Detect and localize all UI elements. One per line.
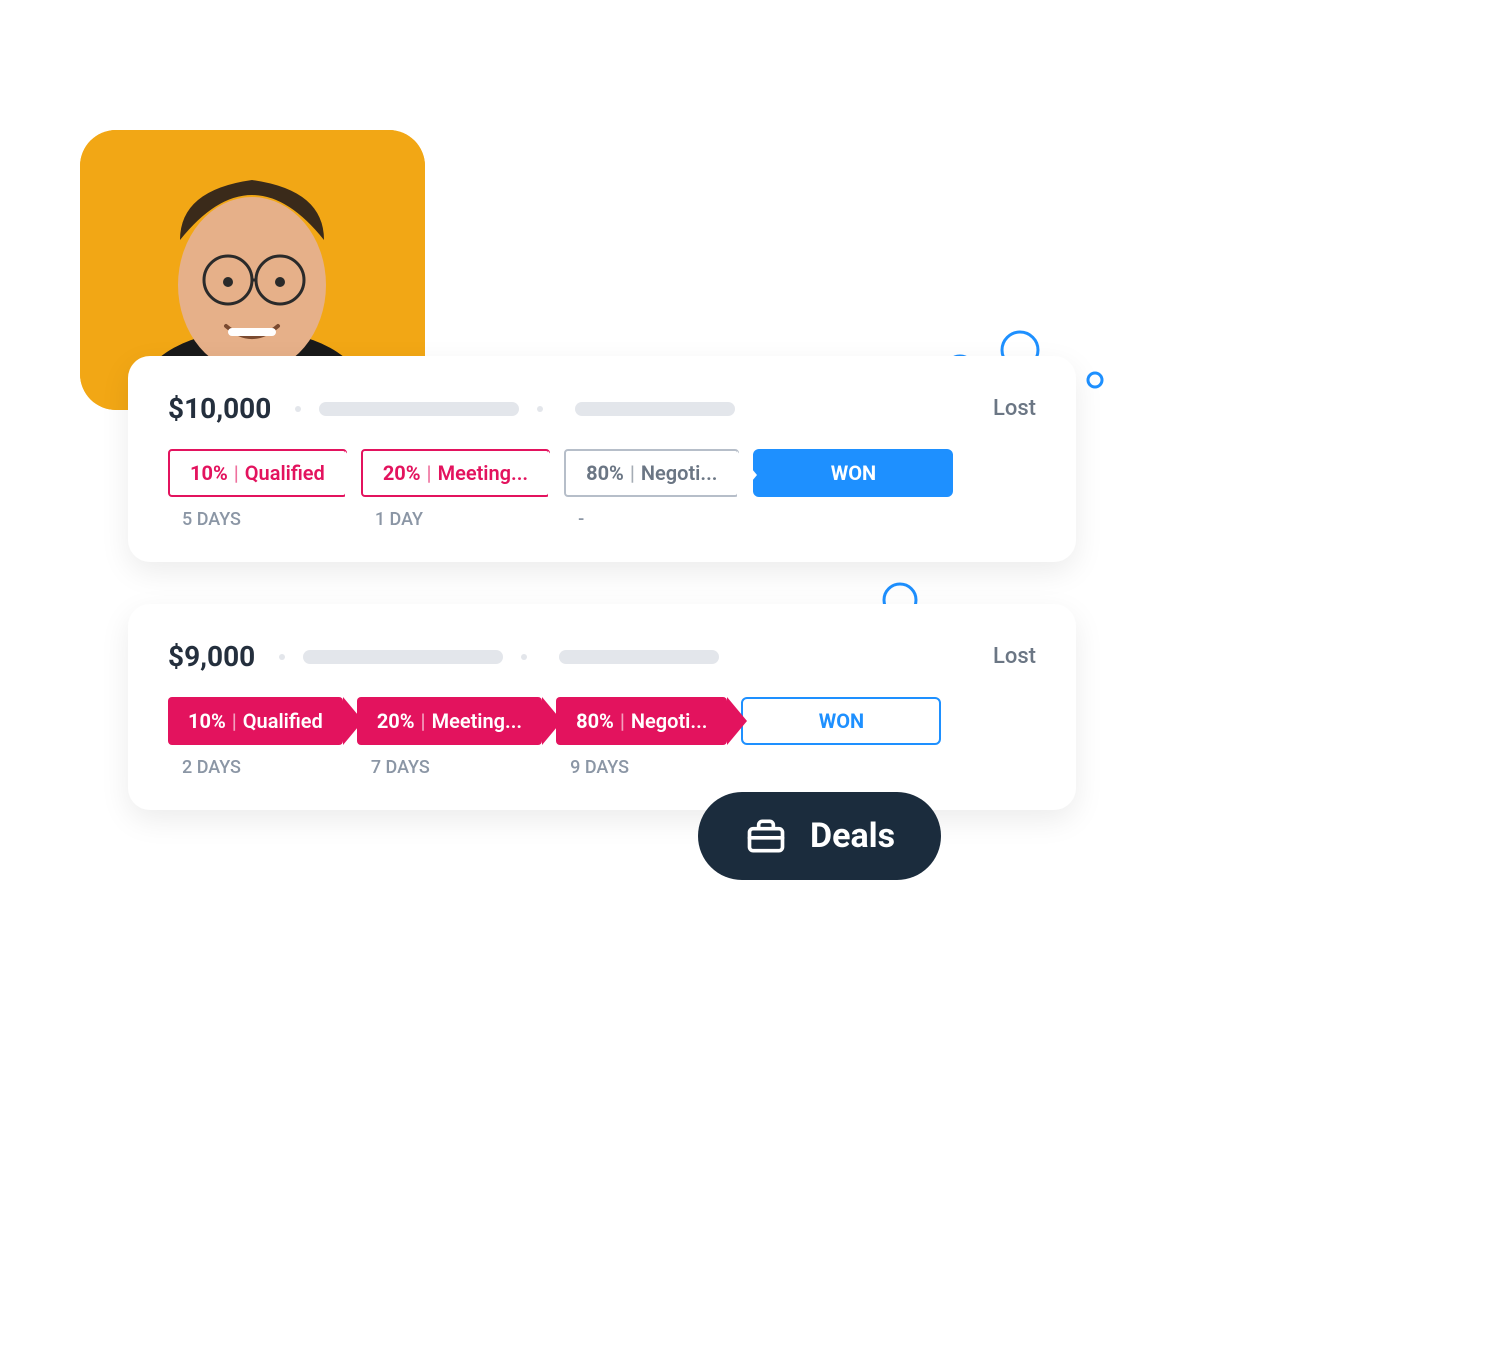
stage-chevron-meeting[interactable]: 20% | Meeting... [361,449,550,497]
stage-chevron-negotiation[interactable]: 80% | Negoti... [564,449,739,497]
stage-column: 80% | Negoti... 9 DAYS [556,697,727,778]
stage-percent: 20% [383,461,421,485]
stage-separator: | [630,461,635,485]
stage-chevron-meeting[interactable]: 20% | Meeting... [357,697,542,745]
separator-dot [279,654,285,660]
stage-percent: 10% [188,709,226,733]
stage-name: Qualified [243,709,323,733]
stage-won-button[interactable]: WON [753,449,953,497]
stage-column: 80% | Negoti... - [564,449,739,530]
deal-amount: $10,000 [168,392,271,425]
stage-duration: 1 DAY [361,509,423,530]
stage-separator: | [620,709,625,733]
stage-name: Meeting... [438,461,529,485]
stage-percent: 80% [576,709,614,733]
deal-stages-row: 10% | Qualified 5 DAYS 20% | Meeting... … [168,449,1036,530]
deals-pill-button[interactable]: Deals [698,792,941,880]
placeholder-bar [575,402,735,416]
stage-column: 20% | Meeting... 1 DAY [361,449,550,530]
briefcase-icon [744,814,788,858]
stage-chevron-qualified[interactable]: 10% | Qualified [168,449,347,497]
deal-amount: $9,000 [168,640,255,673]
separator-dot [521,654,527,660]
stage-duration: 7 DAYS [357,757,430,778]
stage-name: Meeting... [432,709,523,733]
stage-percent: 20% [377,709,415,733]
stage-chevron-negotiation[interactable]: 80% | Negoti... [556,697,727,745]
stage-separator: | [234,461,239,485]
placeholder-bar [319,402,519,416]
separator-dot [537,406,543,412]
deal-card-header: $10,000 Lost [168,392,1036,425]
stage-duration: 9 DAYS [556,757,629,778]
stage-name: Negoti... [631,709,708,733]
stage-name: Qualified [245,461,325,485]
stage-percent: 80% [586,461,624,485]
stage-column: WON [741,697,941,745]
stage-won-button[interactable]: WON [741,697,941,745]
deal-card: $9,000 Lost 10% | Qualified 2 DAYS 20% |… [128,604,1076,810]
stage-duration: - [564,509,584,530]
separator-dot [295,406,301,412]
deal-stages-row: 10% | Qualified 2 DAYS 20% | Meeting... … [168,697,1036,778]
stage-separator: | [232,709,237,733]
stage-name: Negoti... [641,461,718,485]
stage-duration: 5 DAYS [168,509,241,530]
placeholder-bar [303,650,503,664]
stage-chevron-qualified[interactable]: 10% | Qualified [168,697,343,745]
stage-column: WON [753,449,953,497]
deal-card: $10,000 Lost 10% | Qualified 5 DAYS 20% … [128,356,1076,562]
deal-status: Lost [993,644,1036,669]
stage-column: 10% | Qualified 2 DAYS [168,697,343,778]
deals-pill-label: Deals [810,816,895,856]
deal-card-header: $9,000 Lost [168,640,1036,673]
stage-duration: 2 DAYS [168,757,241,778]
stage-separator: | [427,461,432,485]
deal-status: Lost [993,396,1036,421]
stage-column: 10% | Qualified 5 DAYS [168,449,347,530]
stage-percent: 10% [190,461,228,485]
placeholder-bar [559,650,719,664]
stage-separator: | [421,709,426,733]
stage-column: 20% | Meeting... 7 DAYS [357,697,542,778]
